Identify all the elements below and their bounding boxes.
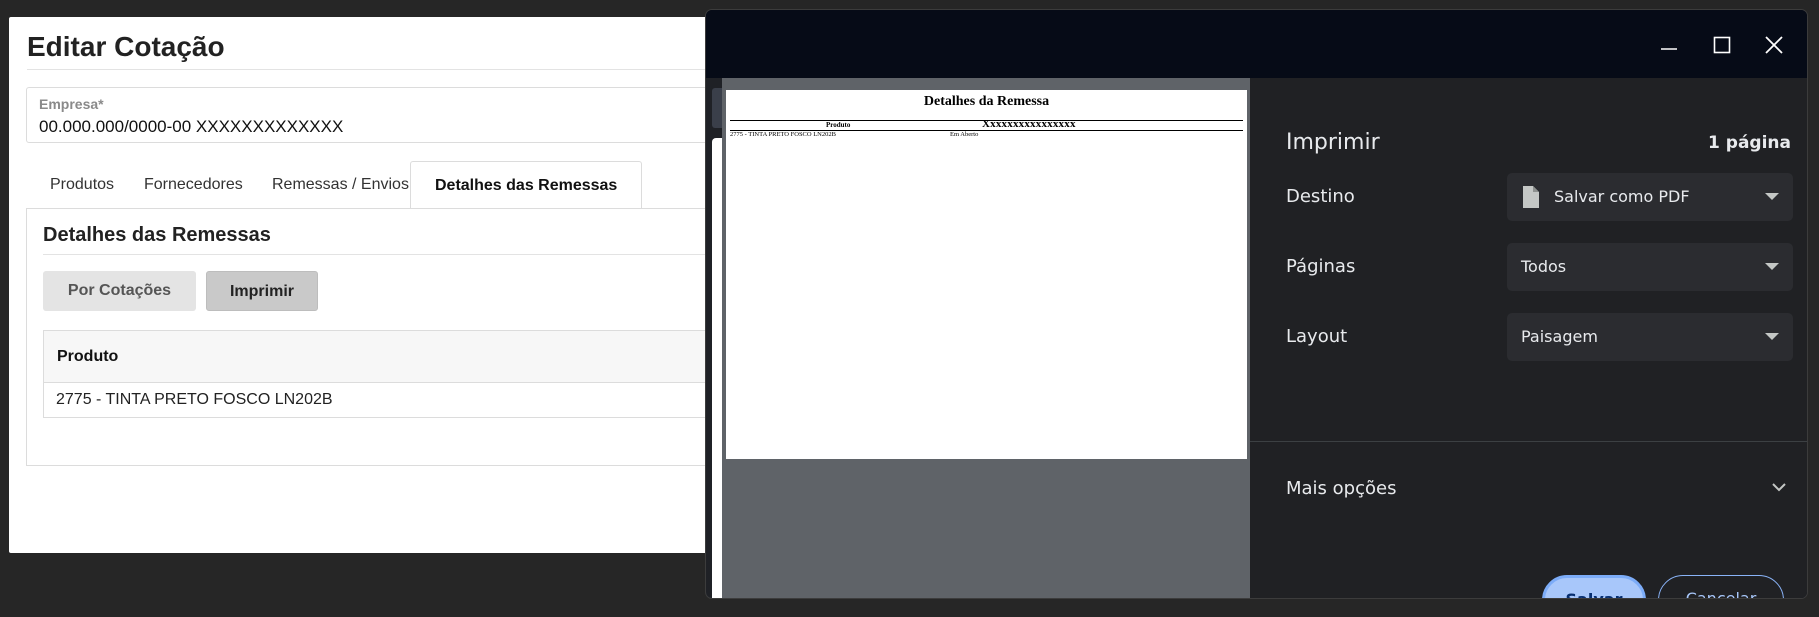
tab-fornecedores[interactable]: Fornecedores <box>120 161 267 209</box>
destination-value: Salvar como PDF <box>1554 187 1690 206</box>
dialog-titlebar <box>706 10 1807 78</box>
preview-row: 2775 - TINTA PRETO FOSCO LN202B <box>730 131 836 138</box>
print-preview-area: Detalhes da Remessa Produto Xxxxxxxxxxxx… <box>706 78 1250 598</box>
caret-down-icon <box>1765 263 1779 270</box>
tab-remessas-envios[interactable]: Remessas / Envios <box>248 161 433 209</box>
preview-column-header: Produto <box>826 121 851 129</box>
more-options-toggle[interactable]: Mais opções <box>1250 453 1807 523</box>
tab-detalhes-remessas[interactable]: Detalhes das Remessas <box>410 161 643 211</box>
destination-select[interactable]: Salvar como PDF <box>1507 173 1793 221</box>
layout-label: Layout <box>1286 326 1348 347</box>
more-options-label: Mais opções <box>1286 478 1397 499</box>
close-icon[interactable] <box>1759 30 1789 60</box>
print-dialog: Detalhes da Remessa Produto Xxxxxxxxxxxx… <box>705 9 1808 599</box>
layout-select[interactable]: Paisagem <box>1507 313 1793 361</box>
chevron-down-icon <box>1771 479 1787 499</box>
settings-divider <box>1250 441 1807 442</box>
destination-label: Destino <box>1286 186 1355 207</box>
preview-status: Em Aberto <box>950 131 979 138</box>
cancel-button[interactable]: Cancelar <box>1658 575 1784 598</box>
preview-page: Detalhes da Remessa Produto Xxxxxxxxxxxx… <box>726 90 1247 459</box>
pages-value: Todos <box>1521 257 1567 276</box>
save-button[interactable]: Salvar <box>1542 575 1646 598</box>
por-cotacoes-button[interactable]: Por Cotações <box>43 271 196 311</box>
maximize-icon[interactable] <box>1707 30 1737 60</box>
minimize-icon[interactable] <box>1654 30 1684 60</box>
pages-label: Páginas <box>1286 256 1356 277</box>
preview-masked-text: Xxxxxxxxxxxxxxxx <box>982 118 1076 130</box>
preview-title: Detalhes da Remessa <box>923 94 1050 109</box>
layout-value: Paisagem <box>1521 327 1598 346</box>
page-count: 1 página <box>1708 133 1791 153</box>
pages-select[interactable]: Todos <box>1507 243 1793 291</box>
preview-side-strip <box>706 78 722 598</box>
section-title: Detalhes das Remessas <box>43 224 271 246</box>
caret-down-icon <box>1765 333 1779 340</box>
company-label: Empresa* <box>39 96 104 112</box>
print-title: Imprimir <box>1286 130 1380 155</box>
imprimir-button[interactable]: Imprimir <box>206 271 318 311</box>
print-settings-panel: Imprimir 1 página Destino Salvar como PD… <box>1250 78 1807 598</box>
file-icon <box>1521 185 1541 213</box>
caret-down-icon <box>1765 193 1779 200</box>
page-title: Editar Cotação <box>27 31 225 62</box>
company-value[interactable]: 00.000.000/0000-00 XXXXXXXXXXXXX <box>39 117 343 137</box>
